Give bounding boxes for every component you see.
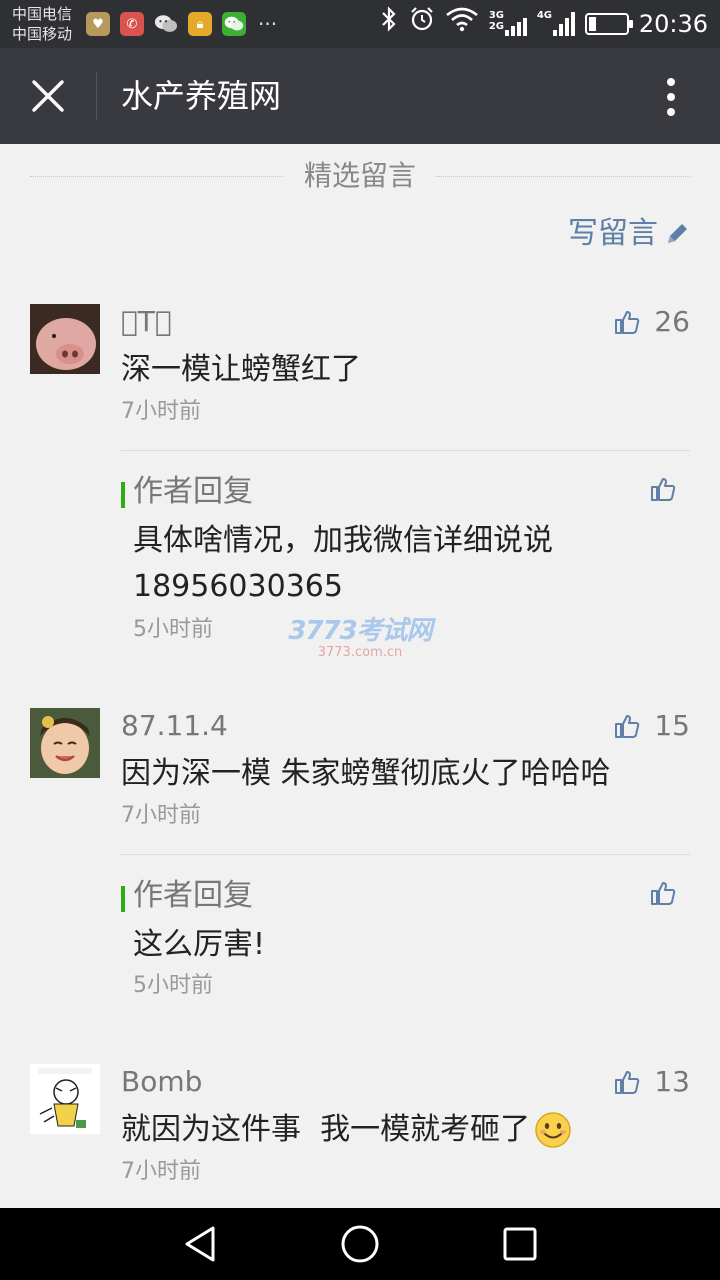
- reply-like-button[interactable]: [650, 476, 676, 506]
- comment-time: 7小时前: [121, 1159, 201, 1184]
- like-count: 15: [654, 709, 690, 742]
- like-button[interactable]: 26: [614, 304, 690, 340]
- recents-button[interactable]: [498, 1222, 542, 1266]
- network-type-1: 3G: [488, 10, 504, 21]
- divider: [96, 72, 97, 120]
- battery-icon: [584, 13, 633, 35]
- more-button[interactable]: [646, 70, 696, 124]
- avatar[interactable]: [30, 708, 100, 778]
- wechat-icon: [154, 12, 178, 36]
- reply-time: 5小时前: [133, 617, 213, 642]
- bluetooth-icon: [379, 6, 399, 42]
- watermark-logo: 3773考试网 3773.com.cn: [280, 616, 440, 660]
- close-icon: [32, 80, 64, 112]
- more-notifications-indicator: ···: [258, 12, 278, 36]
- home-circle-icon: [341, 1225, 379, 1263]
- comment-time: 7小时前: [121, 399, 201, 424]
- comments-area[interactable]: 精选留言 写留言 ～T⃣ 26 深一模让螃蟹红了 7小时前 作者回复 具体啥情况…: [0, 144, 720, 1208]
- comment-nickname: 87.11.4: [121, 709, 228, 742]
- home-button[interactable]: [338, 1222, 382, 1266]
- pencil-icon: [668, 224, 687, 243]
- comment-nickname: Bomb: [121, 1065, 203, 1098]
- author-reply: 作者回复 这么厉害! 5小时前: [121, 876, 690, 998]
- comment-text: 深一模让螃蟹红了: [121, 352, 361, 387]
- reply-text: 这么厉害!: [133, 927, 266, 962]
- reply-label: 作者回复: [133, 878, 253, 913]
- network-type-2: 2G: [488, 21, 504, 32]
- navigation-bar: [0, 1208, 720, 1280]
- like-count: 13: [654, 1065, 690, 1098]
- thumbs-up-icon: [615, 1071, 640, 1094]
- carrier-1: 中国电信: [12, 5, 73, 23]
- section-header: 精选留言: [30, 158, 690, 194]
- page-title: 水产养殖网: [121, 77, 282, 115]
- write-comment-label: 写留言: [568, 216, 658, 251]
- alarm-icon: [409, 6, 435, 42]
- comment-time: 7小时前: [121, 803, 201, 828]
- back-button[interactable]: [178, 1222, 222, 1266]
- status-time: 20:36: [638, 10, 708, 38]
- status-indicators: 3G 2G 4G 20:36: [379, 6, 708, 42]
- wechat-icon: [222, 12, 246, 36]
- reply-text: 具体啥情况，加我微信详细说说 18956030365: [133, 523, 553, 604]
- comment-nickname: ～T⃣: [121, 305, 172, 338]
- like-button[interactable]: 13: [614, 1064, 690, 1100]
- reply-like-button[interactable]: [650, 880, 676, 910]
- divider: [121, 854, 690, 855]
- watermark-text: 3773考试网: [288, 616, 432, 646]
- thumbs-up-icon: [615, 311, 640, 334]
- app-notification-icon: ♥: [86, 12, 110, 36]
- divider: [121, 450, 690, 451]
- title-bar: 水产养殖网: [0, 48, 720, 144]
- smiley-emoji-icon: [535, 1112, 571, 1148]
- carrier-names: 中国电信 中国移动: [12, 4, 72, 44]
- comment-text: 就因为这件事 我一模就考砸了: [121, 1112, 531, 1147]
- reply-marker: [121, 482, 125, 508]
- avatar[interactable]: [30, 1064, 100, 1134]
- thumbs-up-icon: [651, 882, 676, 905]
- thumbs-up-icon: [651, 478, 676, 501]
- network-type-3: 4G: [536, 10, 552, 21]
- lock-app-icon: 🔒︎: [188, 12, 212, 36]
- notification-icons: ♥ ✆ 🔒︎ ···: [86, 12, 277, 36]
- carrier-2: 中国移动: [12, 25, 73, 43]
- comment-text: 因为深一模 朱家螃蟹彻底火了哈哈哈: [121, 756, 611, 791]
- close-button[interactable]: [18, 66, 78, 126]
- reply-marker: [121, 886, 125, 912]
- comment-text-row: 就因为这件事 我一模就考砸了: [121, 1110, 690, 1150]
- divider: [436, 176, 690, 177]
- recents-square-icon: [503, 1227, 537, 1261]
- write-comment-button[interactable]: 写留言: [568, 214, 690, 254]
- reply-label: 作者回复: [133, 474, 253, 509]
- missed-call-icon: ✆: [120, 12, 144, 36]
- reply-time: 5小时前: [133, 973, 213, 998]
- watermark-url: 3773.com.cn: [317, 645, 403, 660]
- wifi-icon: [445, 6, 479, 42]
- back-triangle-icon: [185, 1226, 215, 1262]
- signal-icon: 4G: [537, 8, 575, 40]
- like-count: 26: [654, 305, 690, 338]
- status-bar: 中国电信 中国移动 ♥ ✆ 🔒︎ ··· 3G 2G 4G 20:36: [0, 0, 720, 48]
- like-button[interactable]: 15: [614, 708, 690, 744]
- avatar[interactable]: [30, 304, 100, 374]
- thumbs-up-icon: [615, 715, 640, 738]
- more-vertical-icon: [667, 78, 675, 116]
- signal-icon: 3G 2G: [489, 8, 527, 40]
